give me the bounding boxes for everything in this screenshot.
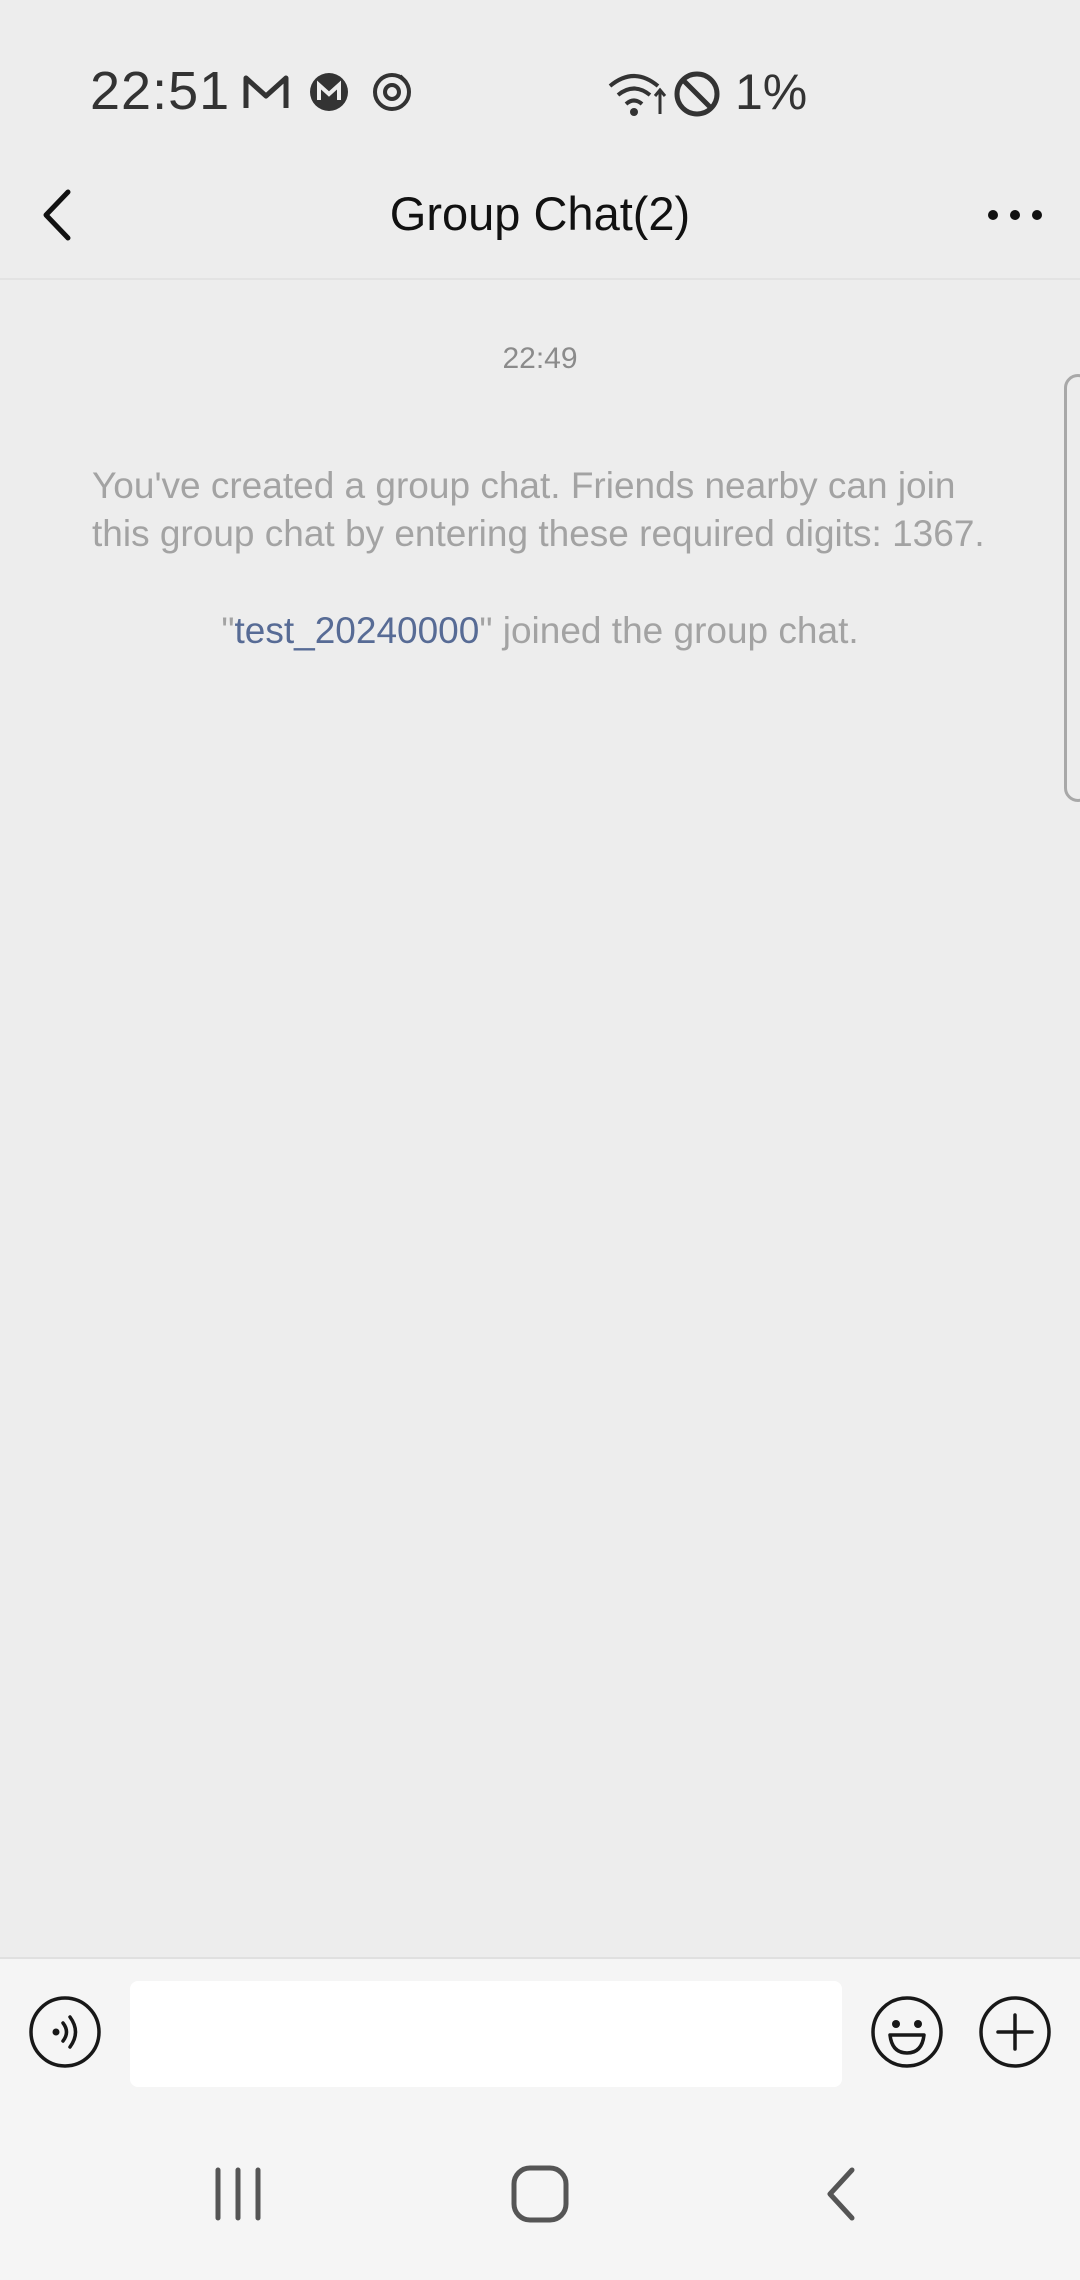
system-message-user-joined: "test_20240000" joined the group chat. [0,610,1080,652]
join-suffix: " joined the group chat. [479,610,859,651]
more-options-button[interactable] [970,185,1060,245]
message-input[interactable] [130,1981,842,2087]
group-chat-screen: 22:51 1% Group Chat(2) 22:49 You've crea… [0,0,1080,2280]
wifi-icon [608,74,667,116]
join-prefix: " [221,610,235,651]
system-navigation-bar [0,2092,1080,2280]
do-not-disturb-icon [674,71,720,117]
battery-level: 1% [735,64,808,120]
plus-icon [979,1996,1051,2068]
message-list[interactable]: 22:49 You've created a group chat. Frien… [0,282,1080,1957]
system-message-group-created: You've created a group chat. Friends nea… [92,465,985,554]
gmail-icon [243,75,289,108]
mastodon-icon [310,73,348,111]
status-time: 22:51 [90,61,231,121]
scroll-handle[interactable] [1064,374,1080,802]
chat-title: Group Chat(2) [389,187,691,240]
message-timestamp: 22:49 [502,342,578,375]
more-icon [988,210,1042,220]
voice-icon [29,1996,101,2068]
sync-icon [373,73,411,111]
more-features-button[interactable] [978,1995,1052,2069]
voice-input-button[interactable] [28,1995,102,2069]
chat-header: Group Chat(2) [0,150,1080,280]
emoji-button[interactable] [870,1995,944,2069]
emoji-icon [871,1996,943,2068]
joined-user-link[interactable]: test_20240000 [235,610,480,651]
message-input-bar [0,1957,1080,2092]
back-icon[interactable] [812,2164,872,2224]
recent-apps-icon[interactable] [208,2164,268,2224]
home-icon[interactable] [508,2164,572,2224]
